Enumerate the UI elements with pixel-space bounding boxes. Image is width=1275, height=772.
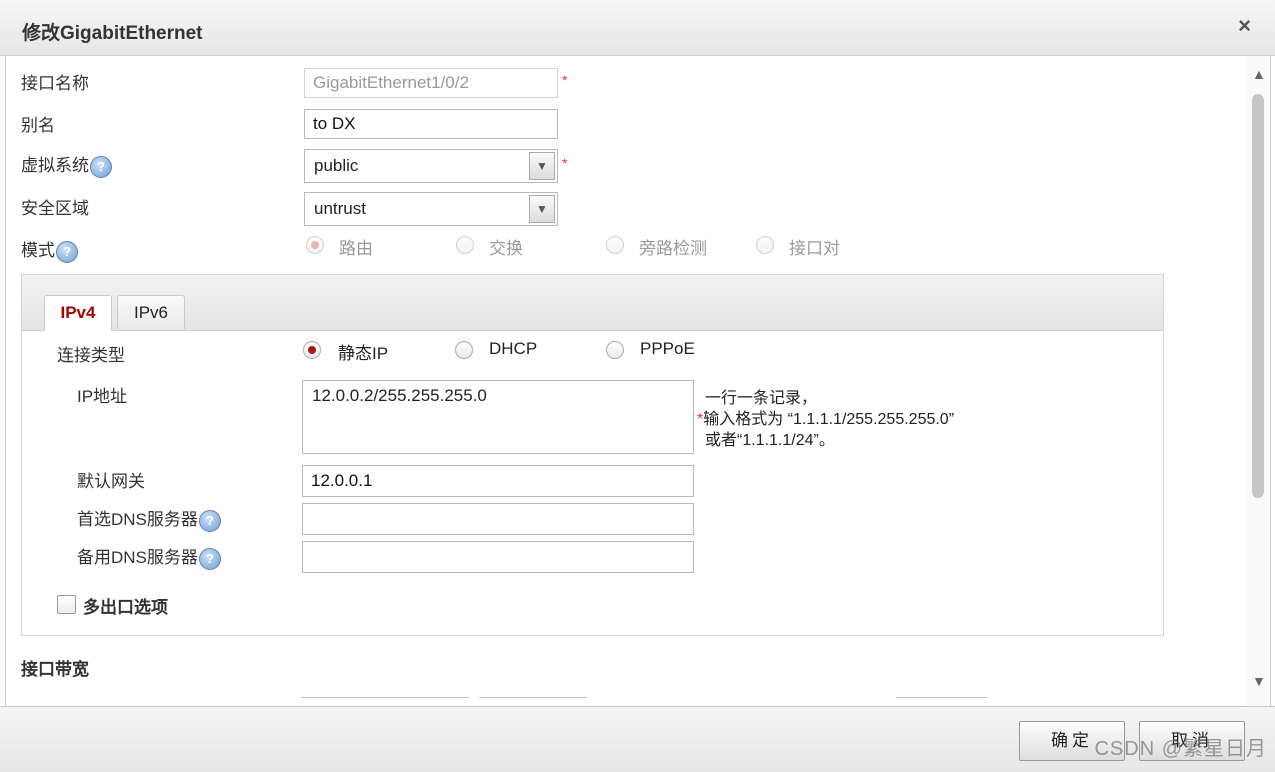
help-icon[interactable]: ?	[198, 547, 221, 570]
required-marker: *	[562, 155, 568, 171]
bandwidth-input-edge	[301, 697, 469, 698]
interface-name-field[interactable]	[304, 68, 558, 98]
virtual-system-select[interactable]: public ▼	[304, 149, 558, 183]
dns-backup-label: 备用DNS服务器?	[77, 543, 221, 570]
help-icon[interactable]: ?	[56, 240, 78, 263]
scroll-thumb[interactable]	[1252, 94, 1264, 498]
security-zone-label: 安全区域	[21, 199, 89, 218]
mode-option-pair: 接口对	[789, 239, 840, 258]
scroll-down-icon[interactable]: ▼	[1252, 673, 1266, 689]
ip-hint-line1: 一行一条记录，	[705, 390, 818, 407]
mode-option-switch: 交换	[489, 239, 523, 258]
conn-option-static: 静态IP	[338, 344, 389, 363]
mode-radio-bypass[interactable]	[606, 236, 624, 254]
ip-hint-line2-text: 输入格式为 “1.1.1.1/255.255.255.0”	[703, 411, 955, 428]
mode-radio-switch[interactable]	[456, 236, 474, 254]
edit-interface-dialog: 修改GigabitEthernet × 接口名称 * 别名 虚拟系统? publ…	[0, 0, 1275, 772]
mode-option-bypass: 旁路检测	[639, 239, 707, 258]
dialog-titlebar: 修改GigabitEthernet ×	[0, 0, 1275, 56]
multi-exit-checkbox[interactable]	[57, 595, 76, 614]
gateway-label: 默认网关	[77, 472, 145, 491]
virtual-system-value: public	[314, 156, 359, 175]
dialog-title: 修改GigabitEthernet	[22, 23, 203, 44]
watermark: CSDN @繁星日月	[1094, 738, 1267, 760]
ip-hint-line3: 或者“1.1.1.1/24”。	[705, 432, 835, 449]
conn-radio-pppoe[interactable]	[606, 341, 624, 359]
interface-name-label: 接口名称	[21, 74, 89, 93]
mode-label-text: 模式	[21, 241, 55, 260]
conn-option-dhcp: DHCP	[489, 339, 538, 358]
dialog-body: 接口名称 * 别名 虚拟系统? public ▼ * 安全区域 untrust …	[5, 56, 1271, 706]
connection-type-label: 连接类型	[57, 346, 125, 365]
mode-label: 模式?	[21, 236, 78, 263]
bandwidth-section-title: 接口带宽	[21, 660, 89, 679]
dns-backup-label-text: 备用DNS服务器	[77, 548, 198, 567]
dialog-footer: 确定 取消	[0, 706, 1275, 772]
ip-hint-line2: *输入格式为 “1.1.1.1/255.255.255.0”	[697, 409, 954, 430]
ip-address-label: IP地址	[77, 387, 128, 406]
mode-option-route: 路由	[339, 239, 373, 258]
close-icon[interactable]: ×	[1238, 15, 1251, 37]
dns-primary-label: 首选DNS服务器?	[77, 505, 221, 532]
mode-radio-route[interactable]	[306, 236, 324, 254]
scroll-up-icon[interactable]: ▲	[1252, 66, 1266, 82]
tab-strip: IPv4 IPv6	[22, 275, 1163, 331]
gateway-field[interactable]	[302, 465, 694, 497]
alias-field[interactable]	[304, 109, 558, 139]
bandwidth-input-edge	[896, 697, 988, 698]
conn-radio-dhcp[interactable]	[455, 341, 473, 359]
required-marker: *	[562, 72, 568, 88]
ip-tab-panel: IPv4 IPv6 连接类型 静态IP DHCP PPPoE IP地址 12.0…	[21, 274, 1164, 636]
mode-radio-pair[interactable]	[756, 236, 774, 254]
dns-primary-label-text: 首选DNS服务器	[77, 510, 198, 529]
dns-backup-field[interactable]	[302, 541, 694, 573]
help-icon[interactable]: ?	[90, 155, 112, 178]
help-icon[interactable]: ?	[198, 509, 221, 532]
conn-option-pppoe: PPPoE	[640, 339, 695, 358]
bandwidth-select-edge	[479, 697, 587, 698]
security-zone-value: untrust	[314, 199, 366, 218]
chevron-down-icon[interactable]: ▼	[529, 195, 555, 223]
security-zone-select[interactable]: untrust ▼	[304, 192, 558, 226]
tab-ipv6[interactable]: IPv6	[117, 295, 185, 329]
chevron-down-icon[interactable]: ▼	[529, 152, 555, 180]
virtual-system-label: 虚拟系统?	[21, 151, 112, 178]
multi-exit-label: 多出口选项	[83, 598, 168, 617]
ip-address-textarea[interactable]: 12.0.0.2/255.255.255.0	[302, 380, 694, 454]
alias-label: 别名	[21, 116, 55, 135]
conn-radio-static[interactable]	[303, 341, 321, 359]
dns-primary-field[interactable]	[302, 503, 694, 535]
tab-ipv4[interactable]: IPv4	[44, 295, 112, 331]
virtual-system-label-text: 虚拟系统	[21, 156, 89, 175]
scrollbar[interactable]: ▲ ▼	[1246, 56, 1270, 706]
